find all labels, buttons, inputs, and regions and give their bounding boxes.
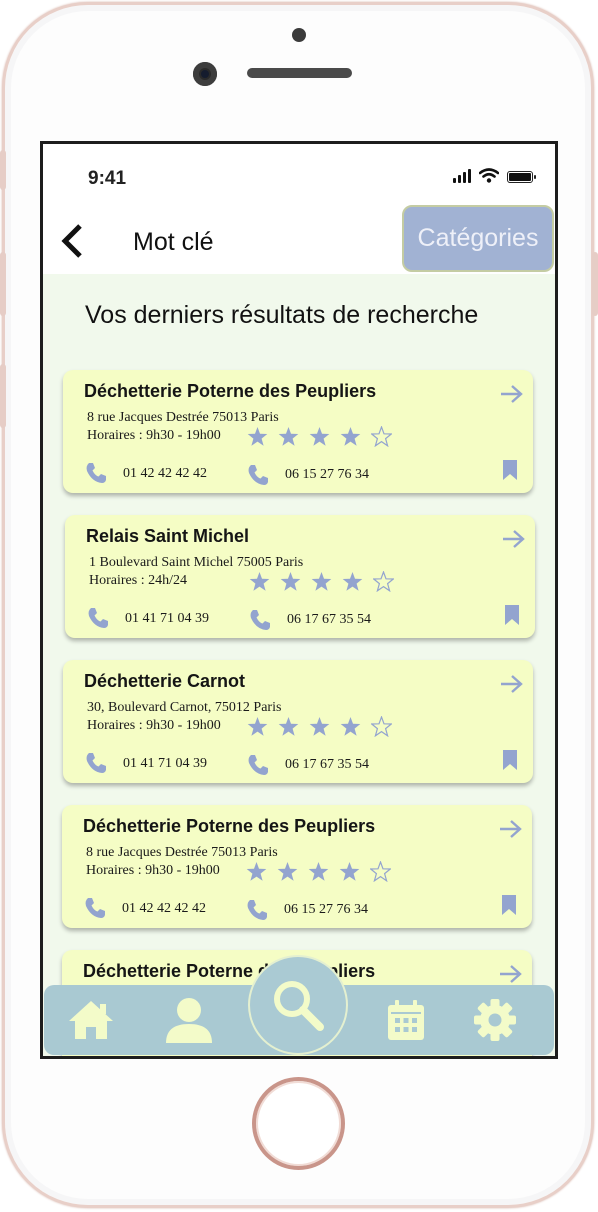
phone-icon[interactable] [247,464,269,486]
star-filled-icon [309,427,330,446]
result-card[interactable]: Déchetterie Poterne des Peupliers 8 rue J… [62,805,532,928]
result-name: Déchetterie Poterne des Peupliers [83,816,376,836]
search-icon [274,981,324,1031]
star-filled-icon [342,572,363,591]
result-name: Relais Saint Michel [86,526,250,546]
rating-stars [249,571,394,592]
result-hours: Horaires : 9h30 - 19h00 [87,428,221,443]
phone-icon[interactable] [85,752,107,774]
star-filled-icon [339,862,360,881]
arrow-right-icon[interactable] [498,963,524,985]
star-filled-icon [311,572,332,591]
phone-icon[interactable] [246,899,268,921]
star-filled-icon [278,427,299,446]
bookmark-icon[interactable] [501,894,517,916]
phone-number-1[interactable]: 01 42 42 42 42 [122,901,206,917]
status-time: 9:41 [88,168,127,189]
star-filled-icon [308,862,329,881]
calendar-icon [388,1000,424,1040]
phone-icon[interactable] [87,607,109,629]
result-name: Déchetterie Carnot [84,671,246,691]
star-filled-icon [340,717,361,736]
home-icon [69,1001,113,1039]
result-name: Déchetterie Poterne des Peupliers [84,381,377,401]
arrow-right-icon[interactable] [498,818,524,840]
phone-number-2[interactable]: 06 15 27 76 34 [285,467,369,483]
phone-icon[interactable] [249,609,271,631]
phone-number-2[interactable]: 06 15 27 76 34 [284,902,368,918]
phone-number-1[interactable]: 01 41 71 04 39 [125,611,209,627]
star-filled-icon [249,572,270,591]
rating-stars [246,861,391,882]
rating-stars [247,716,392,737]
bookmark-icon[interactable] [504,604,520,626]
mute-switch [0,150,6,190]
arrow-right-icon[interactable] [499,383,525,405]
rating-stars [247,426,392,447]
bookmark-icon[interactable] [502,749,518,771]
star-filled-icon [246,862,267,881]
phone-number-1[interactable]: 01 41 71 04 39 [123,756,207,772]
results-area: Vos derniers résultats de recherche Déch… [43,274,555,1056]
volume-up-button [0,252,6,316]
power-button [592,252,598,316]
bookmark-icon[interactable] [502,459,518,481]
nav-settings[interactable] [470,995,520,1045]
arrow-right-icon[interactable] [499,673,525,695]
star-filled-icon [278,717,299,736]
section-title: Vos derniers résultats de recherche [85,301,479,329]
result-address: 1 Boulevard Saint Michel 75005 Paris [89,555,304,570]
nav-search[interactable] [248,955,348,1055]
result-hours: Horaires : 24h/24 [89,573,187,588]
battery-icon [507,171,536,183]
phone-icon[interactable] [85,462,107,484]
nav-home[interactable] [66,995,116,1045]
result-hours: Horaires : 9h30 - 19h00 [86,863,220,878]
volume-down-button [0,364,6,428]
result-hours: Horaires : 9h30 - 19h00 [87,718,221,733]
result-card[interactable]: Déchetterie Carnot 30, Boulevard Carnot, … [63,660,533,783]
phone-number-2[interactable]: 06 17 67 35 54 [285,757,369,773]
phone-icon[interactable] [84,897,106,919]
status-icons [453,168,536,183]
star-filled-icon [340,427,361,446]
wifi-icon [479,168,499,183]
phone-number-1[interactable]: 01 42 42 42 42 [123,466,207,482]
star-filled-icon [277,862,298,881]
result-address: 8 rue Jacques Destrée 75013 Paris [86,845,278,860]
nav-profile[interactable] [164,995,214,1045]
star-filled-icon [280,572,301,591]
star-filled-icon [247,717,268,736]
signal-icon [453,169,471,183]
star-empty-icon [371,426,392,447]
settings-icon [474,999,516,1041]
result-address: 8 rue Jacques Destrée 75013 Paris [87,410,279,425]
result-card[interactable]: Relais Saint Michel 1 Boulevard Saint Mic… [65,515,535,638]
page-title: Mot clé [133,228,214,256]
star-empty-icon [373,571,394,592]
star-empty-icon [370,861,391,882]
user-icon [166,998,212,1043]
earpiece-speaker [247,68,352,78]
categories-button[interactable]: Catégories [402,205,554,272]
result-address: 30, Boulevard Carnot, 75012 Paris [87,700,282,715]
header: Mot clé Catégories [43,205,555,274]
star-filled-icon [247,427,268,446]
star-filled-icon [309,717,330,736]
home-button[interactable] [252,1077,345,1170]
nav-calendar[interactable] [381,995,431,1045]
proximity-sensor [292,28,306,42]
back-chevron-icon[interactable] [56,221,96,261]
phone-number-2[interactable]: 06 17 67 35 54 [287,612,371,628]
phone-icon[interactable] [247,754,269,776]
arrow-right-icon[interactable] [501,528,527,550]
screen: 9:41 Mot clé Catégories Vos derniers rés… [40,141,558,1059]
front-camera [193,62,217,86]
star-empty-icon [371,716,392,737]
result-card[interactable]: Déchetterie Poterne des Peupliers 8 rue J… [63,370,533,493]
